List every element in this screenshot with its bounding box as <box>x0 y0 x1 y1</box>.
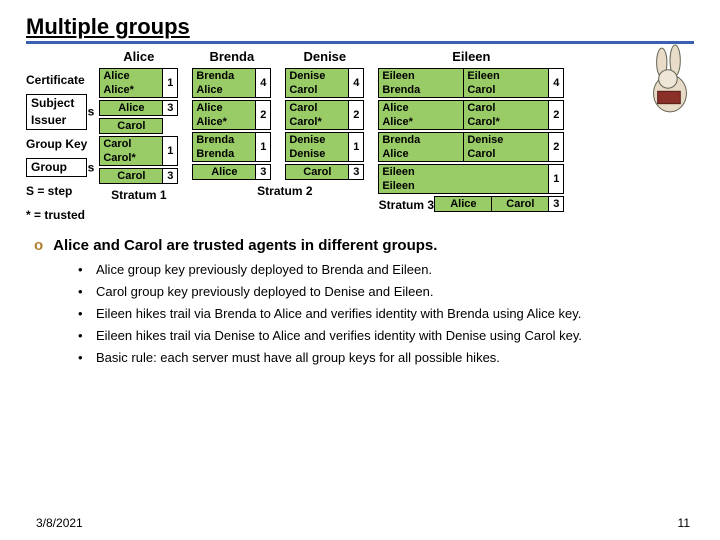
col-denise: Denise DeniseCarol4 CarolCarol*2 DeniseD… <box>285 48 364 198</box>
list-item: Carol group key previously deployed to D… <box>78 284 694 300</box>
sub-bullets: Alice group key previously deployed to B… <box>34 262 694 366</box>
rabbit-illustration <box>638 44 702 116</box>
list-item: Eileen hikes trail via Denise to Alice a… <box>78 328 694 344</box>
bullet-icon: o <box>34 237 43 254</box>
legend-groupkey: Group Key <box>26 137 87 151</box>
list-item: Alice group key previously deployed to B… <box>78 262 694 278</box>
col-brenda: Brenda BrendaAlice4 AliceAlice*2 BrendaB… <box>192 48 271 180</box>
legend-trusted: * = trusted <box>26 208 87 222</box>
col-alice: Alice AliceAlice*1 Alice3 Carol CarolCar… <box>99 48 178 202</box>
legend: Certificate Subject Issuer s Group Key G… <box>26 48 87 225</box>
list-item: Eileen hikes trail via Brenda to Alice a… <box>78 306 694 322</box>
main-bullet: oAlice and Carol are trusted agents in d… <box>34 237 694 254</box>
page-title: Multiple groups <box>26 14 694 44</box>
legend-certificate: Certificate <box>26 73 87 87</box>
footer-date: 3/8/2021 <box>36 516 83 530</box>
list-item: Basic rule: each server must have all gr… <box>78 350 694 366</box>
col-eileen: Eileen EileenBrenda EileenCarol 4 AliceA… <box>378 48 564 212</box>
footer-page: 11 <box>678 516 690 530</box>
certificate-diagram: Certificate Subject Issuer s Group Key G… <box>26 48 694 225</box>
bullet-section: oAlice and Carol are trusted agents in d… <box>34 237 694 366</box>
legend-sstep: S = step <box>26 184 87 198</box>
legend-box-cert: Subject Issuer s <box>26 94 87 130</box>
legend-box-group: Group s <box>26 158 87 177</box>
